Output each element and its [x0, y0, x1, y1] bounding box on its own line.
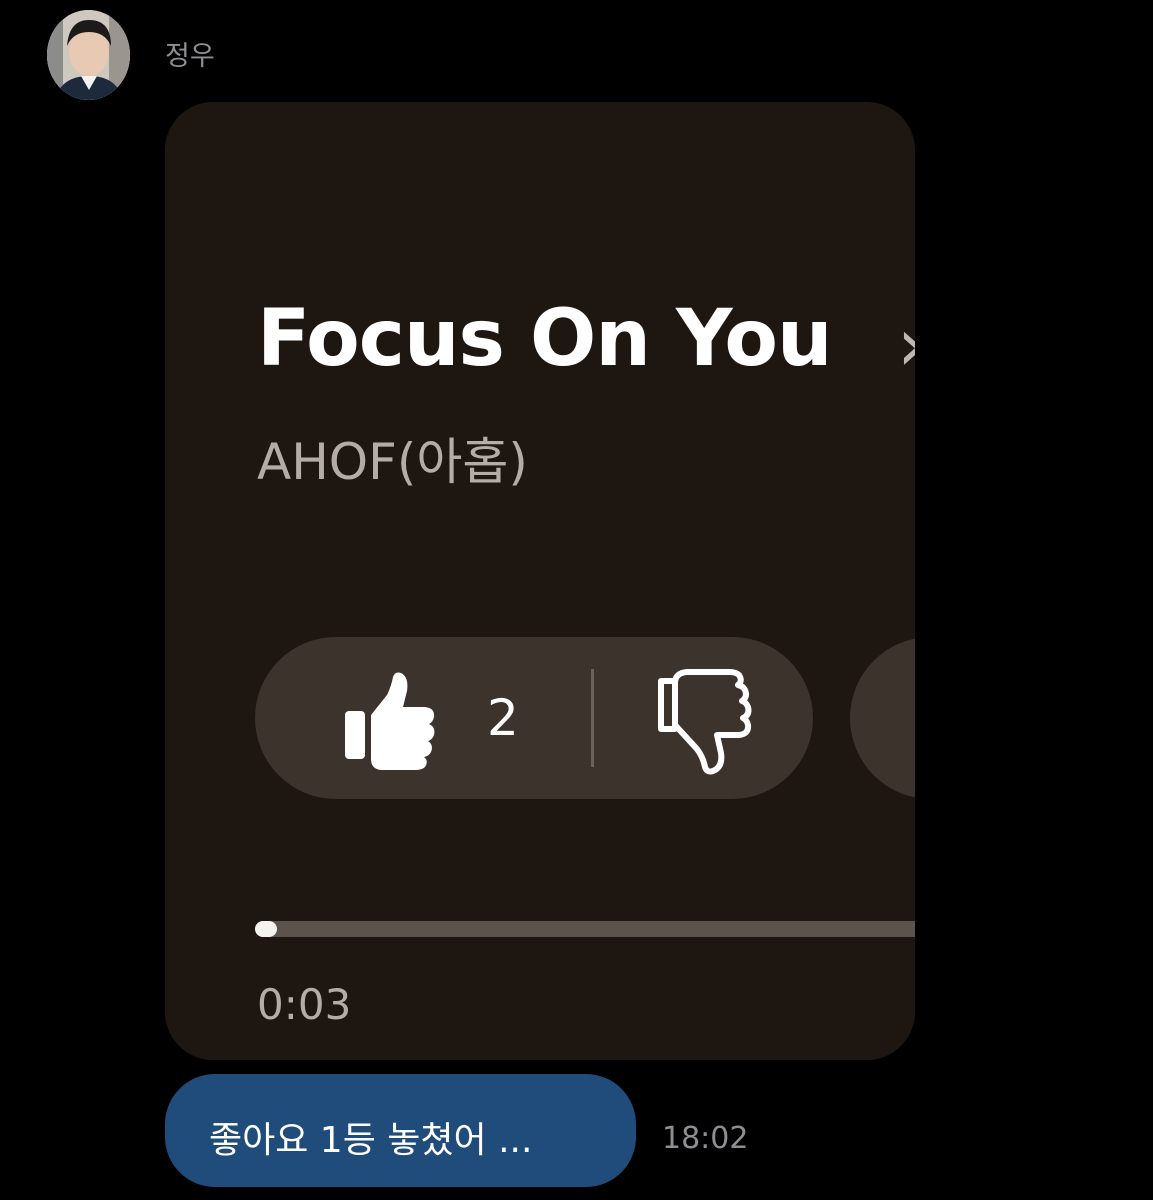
- avatar-photo: [47, 10, 130, 100]
- thumbs-down-icon: [658, 669, 752, 775]
- message-timestamp: 18:02: [662, 1121, 749, 1156]
- rating-pill: 2: [255, 637, 813, 799]
- thumbs-up-icon: [345, 672, 435, 770]
- song-title[interactable]: Focus On You: [257, 294, 832, 384]
- sender-name: 정우: [165, 41, 215, 72]
- message-text: 좋아요 1등 놓쳤어 ...: [209, 1120, 533, 1161]
- music-player-card[interactable]: Focus On You › AHOF(아홉) 2 0:03: [165, 102, 915, 1060]
- like-button[interactable]: [335, 665, 447, 775]
- chevron-right-icon[interactable]: ›: [897, 302, 915, 388]
- more-actions-pill[interactable]: [850, 637, 915, 799]
- message-bubble[interactable]: 좋아요 1등 놓쳤어 ...: [165, 1074, 636, 1187]
- progress-fill: [255, 921, 277, 937]
- like-count: 2: [487, 689, 519, 747]
- dislike-button[interactable]: [647, 667, 759, 777]
- progress-bar[interactable]: [255, 921, 915, 937]
- elapsed-time: 0:03: [257, 980, 352, 1029]
- artist-name[interactable]: AHOF(아홉): [257, 422, 528, 494]
- avatar[interactable]: [47, 10, 130, 100]
- pill-divider: [591, 669, 594, 767]
